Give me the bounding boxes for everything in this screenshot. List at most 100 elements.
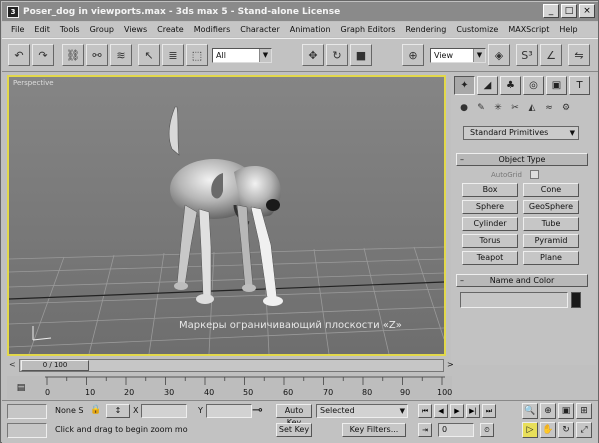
autogrid-checkbox[interactable] bbox=[529, 170, 539, 179]
menu-edit[interactable]: Edit bbox=[29, 25, 55, 34]
pivot-center-icon[interactable]: ◈ bbox=[488, 44, 510, 66]
menu-create[interactable]: Create bbox=[152, 25, 189, 34]
plane-button[interactable]: Plane bbox=[523, 251, 579, 265]
lock-icon[interactable]: 🔒 bbox=[90, 405, 101, 415]
name-color-rollout-header[interactable]: – Name and Color bbox=[456, 274, 588, 287]
geosphere-button[interactable]: GeoSphere bbox=[523, 200, 579, 214]
key-filters-button[interactable]: Key Filters... bbox=[342, 423, 406, 437]
selection-region-icon[interactable]: ⬚ bbox=[186, 44, 208, 66]
primitive-category-dropdown[interactable]: Standard Primitives ▼ bbox=[463, 126, 579, 140]
arc-rotate-icon[interactable]: ↻ bbox=[558, 422, 574, 438]
redo-icon[interactable]: ↷ bbox=[32, 44, 54, 66]
viewport-label[interactable]: Perspective bbox=[13, 79, 54, 87]
key-icon[interactable]: ⊸ bbox=[252, 403, 263, 418]
menu-graph-editors[interactable]: Graph Editors bbox=[336, 25, 401, 34]
select-object-icon[interactable]: ↖ bbox=[138, 44, 160, 66]
menu-help[interactable]: Help bbox=[554, 25, 582, 34]
menu-customize[interactable]: Customize bbox=[451, 25, 503, 34]
motion-tab-icon[interactable]: ◎ bbox=[523, 76, 544, 95]
track-bar-menu-icon[interactable]: ▤ bbox=[10, 380, 32, 396]
time-prev-arrow[interactable]: < bbox=[9, 360, 16, 369]
select-and-scale-icon[interactable]: ■ bbox=[350, 44, 372, 66]
utilities-tab-icon[interactable]: T bbox=[569, 76, 590, 95]
pyramid-button[interactable]: Pyramid bbox=[523, 234, 579, 248]
select-link-icon[interactable]: ⛓ bbox=[62, 44, 84, 66]
play-icon[interactable]: ▶ bbox=[450, 404, 464, 418]
transform-type-in-icon[interactable]: ↕ bbox=[106, 404, 130, 418]
zoom-all-icon[interactable]: ⊕ bbox=[540, 403, 556, 419]
pan-icon[interactable]: ✋ bbox=[540, 422, 556, 438]
snaps-toggle-icon[interactable]: S³ bbox=[516, 44, 538, 66]
field-of-view-icon[interactable]: ▷ bbox=[522, 422, 538, 438]
menu-rendering[interactable]: Rendering bbox=[400, 25, 451, 34]
auto-key-button[interactable]: Auto Key bbox=[276, 404, 312, 427]
go-to-end-icon[interactable]: ⏭ bbox=[482, 404, 496, 418]
minimize-button[interactable]: _ bbox=[543, 4, 559, 18]
perspective-viewport[interactable]: Perspective Маркеры ограничивающий плоск… bbox=[7, 75, 446, 356]
systems-icon[interactable]: ⚙ bbox=[559, 101, 573, 115]
space-warps-icon[interactable]: ≈ bbox=[542, 101, 556, 115]
maximize-viewport-icon[interactable]: ⤢ bbox=[576, 422, 592, 438]
menu-maxscript[interactable]: MAXScript bbox=[503, 25, 554, 34]
select-and-move-icon[interactable]: ✥ bbox=[302, 44, 324, 66]
current-frame-field[interactable]: 0 bbox=[438, 423, 474, 437]
select-by-name-icon[interactable]: ≣ bbox=[162, 44, 184, 66]
maximize-button[interactable]: □ bbox=[561, 4, 577, 18]
helpers-icon[interactable]: ◭ bbox=[525, 101, 539, 115]
object-color-swatch[interactable] bbox=[571, 292, 581, 308]
menu-tools[interactable]: Tools bbox=[55, 25, 85, 34]
menu-modifiers[interactable]: Modifiers bbox=[189, 25, 236, 34]
menu-character[interactable]: Character bbox=[235, 25, 285, 34]
next-frame-icon[interactable]: ▶| bbox=[466, 404, 480, 418]
selection-filter-dropdown[interactable]: All ▼ bbox=[212, 48, 272, 63]
time-next-arrow[interactable]: > bbox=[447, 360, 454, 369]
undo-icon[interactable]: ↶ bbox=[8, 44, 30, 66]
shapes-icon[interactable]: ✎ bbox=[474, 101, 488, 115]
y-coord-field[interactable] bbox=[206, 404, 252, 418]
time-slider[interactable]: 0 / 100 bbox=[19, 359, 444, 372]
lights-icon[interactable]: ✳ bbox=[491, 101, 505, 115]
cylinder-button[interactable]: Cylinder bbox=[462, 217, 518, 231]
zoom-extents-icon[interactable]: ▣ bbox=[558, 403, 574, 419]
maxscript-listener-mini[interactable] bbox=[7, 404, 47, 419]
key-mode-toggle-icon[interactable]: ⇥ bbox=[418, 423, 432, 437]
menu-file[interactable]: File bbox=[6, 25, 29, 34]
time-configuration-icon[interactable]: ⏲ bbox=[480, 423, 494, 437]
reference-coordinate-dropdown[interactable]: View ▼ bbox=[430, 48, 486, 63]
torus-button[interactable]: Torus bbox=[462, 234, 518, 248]
bind-space-warp-icon[interactable]: ≋ bbox=[110, 44, 132, 66]
angle-snap-icon[interactable]: ∠ bbox=[540, 44, 562, 66]
hierarchy-tab-icon[interactable]: ♣ bbox=[500, 76, 521, 95]
teapot-button[interactable]: Teapot bbox=[462, 251, 518, 265]
object-type-rollout-header[interactable]: – Object Type bbox=[456, 153, 588, 166]
cameras-icon[interactable]: ✂ bbox=[508, 101, 522, 115]
key-mode-dropdown[interactable]: Selected ▼ bbox=[316, 404, 408, 418]
unlink-icon[interactable]: ⚯ bbox=[86, 44, 108, 66]
mirror-icon[interactable]: ⇋ bbox=[568, 44, 590, 66]
tube-button[interactable]: Tube bbox=[523, 217, 579, 231]
track-bar[interactable]: ▤ 0 10 20 30 40 50 60 70 80 90 100 bbox=[7, 376, 452, 399]
x-coord-field[interactable] bbox=[141, 404, 187, 418]
close-button[interactable]: × bbox=[579, 4, 595, 18]
time-slider-thumb[interactable]: 0 / 100 bbox=[21, 360, 89, 371]
geometry-icon[interactable]: ● bbox=[457, 101, 471, 115]
title-bar[interactable]: 3 Poser_dog in viewports.max - 3ds max 5… bbox=[2, 2, 598, 21]
set-key-button[interactable]: Set Key bbox=[276, 423, 312, 437]
previous-frame-icon[interactable]: ◀ bbox=[434, 404, 448, 418]
select-manipulate-icon[interactable]: ⊕ bbox=[402, 44, 424, 66]
modify-tab-icon[interactable]: ◢ bbox=[477, 76, 498, 95]
object-name-field[interactable] bbox=[460, 292, 568, 308]
menu-group[interactable]: Group bbox=[85, 25, 119, 34]
menu-views[interactable]: Views bbox=[119, 25, 152, 34]
maxscript-result-mini[interactable] bbox=[7, 423, 47, 438]
create-tab-icon[interactable]: ✦ bbox=[454, 76, 475, 95]
box-button[interactable]: Box bbox=[462, 183, 518, 197]
zoom-extents-all-icon[interactable]: ⊞ bbox=[576, 403, 592, 419]
display-tab-icon[interactable]: ▣ bbox=[546, 76, 567, 95]
zoom-icon[interactable]: 🔍 bbox=[522, 403, 538, 419]
go-to-start-icon[interactable]: ⏮ bbox=[418, 404, 432, 418]
cone-button[interactable]: Cone bbox=[523, 183, 579, 197]
select-and-rotate-icon[interactable]: ↻ bbox=[326, 44, 348, 66]
menu-animation[interactable]: Animation bbox=[285, 25, 336, 34]
sphere-button[interactable]: Sphere bbox=[462, 200, 518, 214]
